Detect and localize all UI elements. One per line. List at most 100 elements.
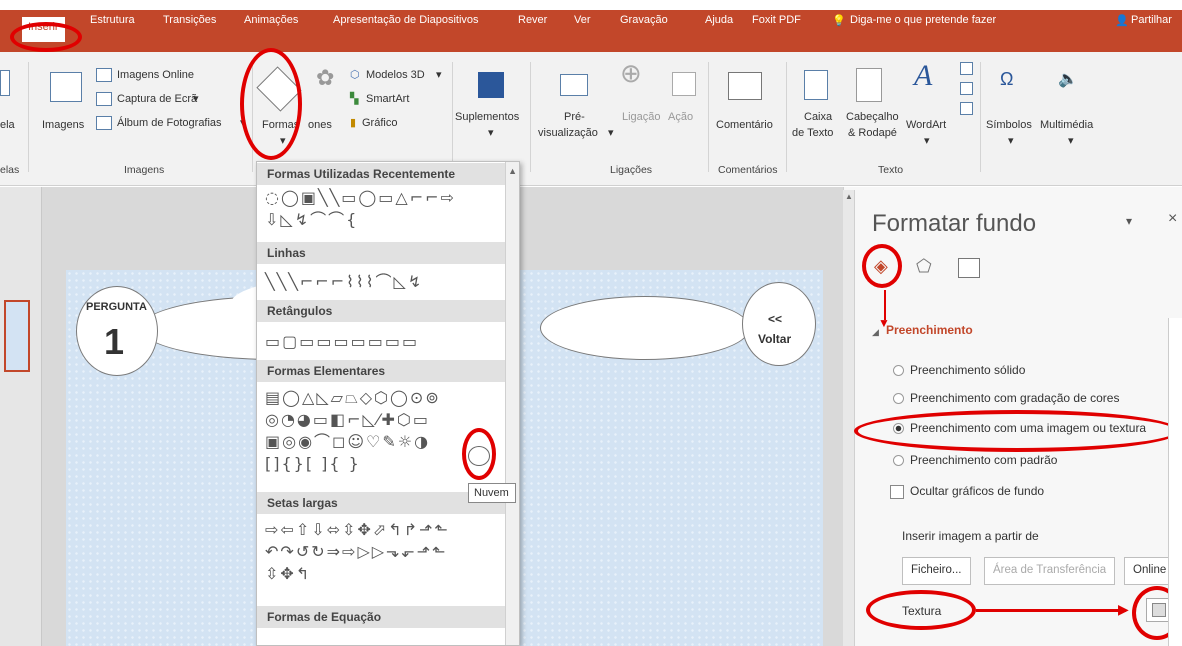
tab-apresentacao[interactable]: Apresentação de Diapositivos — [333, 14, 479, 26]
gallery-scrollbar[interactable] — [505, 162, 519, 645]
slide-thumbnails — [0, 187, 42, 646]
acao-button[interactable]: Ação — [668, 110, 693, 125]
pattern-fill-label[interactable]: Preenchimento com padrão — [910, 453, 1057, 467]
tab-ver[interactable]: Ver — [574, 14, 591, 26]
shapes-gallery: Formas Utilizadas Recentemente ◌◯▣╲╲▭◯▭△… — [256, 161, 520, 646]
recent-shapes-header: Formas Utilizadas Recentemente — [257, 163, 507, 185]
modelos3d-button[interactable]: Modelos 3D — [366, 68, 425, 83]
question-number: 1 — [104, 321, 125, 362]
slide-thumbnail[interactable] — [4, 300, 30, 372]
ligacao-button[interactable]: Ligação — [622, 110, 661, 125]
album-button[interactable]: Álbum de Fotografias — [117, 116, 222, 131]
chevron-down-icon: ▾ — [1008, 135, 1014, 147]
gradient-fill-label[interactable]: Preenchimento com gradação de cores — [910, 391, 1119, 405]
divider — [708, 62, 709, 172]
radio-solid[interactable] — [893, 365, 904, 376]
preview-icon — [560, 74, 588, 96]
basic-shapes-row[interactable]: ▣◎◉⌒◻☺♡✎☼◑ — [265, 432, 430, 452]
grafico-button[interactable]: Gráfico — [362, 116, 397, 131]
table-button[interactable]: ela — [0, 118, 15, 133]
pane-scrollbar[interactable] — [843, 190, 855, 646]
pergunta-label: PERGUNTA — [86, 301, 147, 313]
clipboard-button[interactable]: Área de Transferência — [984, 557, 1116, 585]
picture-icon — [50, 72, 82, 102]
chevron-down-icon: ▾ — [436, 69, 442, 81]
radio-pattern[interactable] — [893, 455, 904, 466]
wordart-icon: A — [914, 59, 933, 92]
chevron-down-icon: ▾ — [1068, 135, 1074, 147]
group-tabelas: elas — [0, 164, 20, 176]
icons-icon: ✿ — [316, 65, 335, 90]
tab-gravacao[interactable]: Gravação — [620, 14, 668, 26]
header-footer-icon — [856, 68, 882, 102]
icones-button[interactable]: ones — [308, 118, 332, 133]
divider — [452, 62, 453, 172]
recent-shapes-row[interactable]: ◌◯▣╲╲▭◯▭△⌐⌐⇨ — [265, 188, 456, 208]
radio-gradient[interactable] — [893, 393, 904, 404]
chevron-down-icon: ▾ — [608, 127, 614, 139]
highlight-ring-fill — [862, 244, 902, 288]
basic-shapes-header: Formas Elementares — [257, 360, 507, 382]
tab-ajuda[interactable]: Ajuda — [705, 14, 733, 26]
caixa-texto-button[interactable]: de Texto — [792, 126, 833, 141]
basic-shapes-row[interactable]: ▤◯△◺▱⏢◇⬡◯⊙⊚ — [265, 388, 441, 408]
suplementos-button[interactable]: Suplementos — [455, 110, 519, 125]
group-comentarios: Comentários — [718, 164, 778, 176]
multimedia-button[interactable]: Multimédia — [1040, 118, 1093, 133]
basic-shapes-row[interactable]: ◎◔◕▭◧⌐◺⁄✚⬡▭ — [265, 410, 430, 430]
comentario-button[interactable]: Comentário — [716, 118, 773, 133]
annotation-arrow-icon: ▶ — [1118, 601, 1129, 617]
tab-transicoes[interactable]: Transições — [163, 14, 216, 26]
imagens-button[interactable]: Imagens — [42, 118, 84, 133]
hide-graphics-label[interactable]: Ocultar gráficos de fundo — [910, 484, 1044, 498]
imagens-online-button[interactable]: Imagens Online — [117, 68, 194, 83]
chevron-down-icon: ▾ — [924, 135, 930, 147]
scroll-up-icon[interactable]: ▲ — [508, 166, 517, 176]
cabecalho-button[interactable]: Cabeçalho — [846, 110, 899, 125]
share-button[interactable]: Partilhar — [1131, 14, 1172, 26]
tell-me-search[interactable]: Diga-me o que pretende fazer — [850, 14, 996, 26]
block-arrows-row[interactable]: ⇳✥↰ — [265, 564, 311, 584]
rectangles-header: Retângulos — [257, 300, 507, 322]
simbolos-button[interactable]: Símbolos — [986, 118, 1032, 133]
tab-rever[interactable]: Rever — [518, 14, 547, 26]
chevron-down-icon: ▾ — [488, 127, 494, 139]
divider — [980, 62, 981, 172]
solid-fill-label[interactable]: Preenchimento sólido — [910, 363, 1025, 377]
highlight-ring-nuvem — [462, 428, 496, 480]
block-arrows-row[interactable]: ⇨⇦⇧⇩⬄⇳✥⬀↰↱⬏⬑ — [265, 520, 450, 540]
object-icon — [960, 102, 973, 115]
recent-shapes-row[interactable]: ⇩◺↯⌒⌒{ — [265, 210, 358, 230]
captura-button[interactable]: Captura de Ecrã — [117, 92, 197, 107]
smartart-button[interactable]: SmartArt — [366, 92, 409, 107]
caixa-label: Caixa — [804, 111, 833, 123]
tab-estrutura[interactable]: Estrutura — [90, 14, 135, 26]
tab-foxit[interactable]: Foxit PDF — [752, 14, 801, 26]
pane-content-scrollbar[interactable] — [1168, 318, 1182, 646]
section-preenchimento[interactable]: Preenchimento — [886, 323, 973, 337]
effects-icon[interactable]: ⬠ — [916, 256, 932, 277]
chart-icon: ▮ — [350, 117, 357, 129]
photo-album-icon — [96, 116, 112, 130]
hide-graphics-checkbox[interactable] — [890, 485, 904, 499]
block-arrows-row[interactable]: ↶↷↺↻⇒⇨▷▷⬎⬐⬏⬑ — [265, 542, 448, 562]
divider — [786, 62, 787, 172]
visualizacao-button[interactable]: visualização — [538, 126, 598, 141]
table-icon — [0, 70, 10, 96]
collapse-icon[interactable]: ◢ — [872, 327, 879, 338]
rectangles-row[interactable]: ▭▢▭▭▭▭▭▭▭ — [265, 332, 419, 352]
annotation-arrow-line — [976, 609, 1126, 612]
picture-icon[interactable] — [958, 258, 980, 278]
pane-options-icon[interactable]: ▾ — [1126, 214, 1132, 228]
rodape-label: & Rodapé — [848, 127, 897, 139]
tab-animacoes[interactable]: Animações — [244, 14, 298, 26]
screenshot-icon — [96, 92, 112, 106]
close-icon[interactable]: × — [1168, 210, 1177, 228]
wordart-button[interactable]: WordArt — [906, 118, 946, 133]
basic-shapes-row[interactable]: []{}[ ]{ } — [265, 454, 361, 474]
lines-row[interactable]: ╲╲╲⌐⌐⌐⌇⌇⌇⌒◺↯ — [265, 272, 423, 292]
divider — [530, 62, 531, 172]
ficheiro-button[interactable]: Ficheiro... — [902, 557, 971, 585]
scroll-up-icon[interactable]: ▲ — [845, 192, 853, 201]
globe-link-icon: ⊕ — [620, 58, 642, 88]
